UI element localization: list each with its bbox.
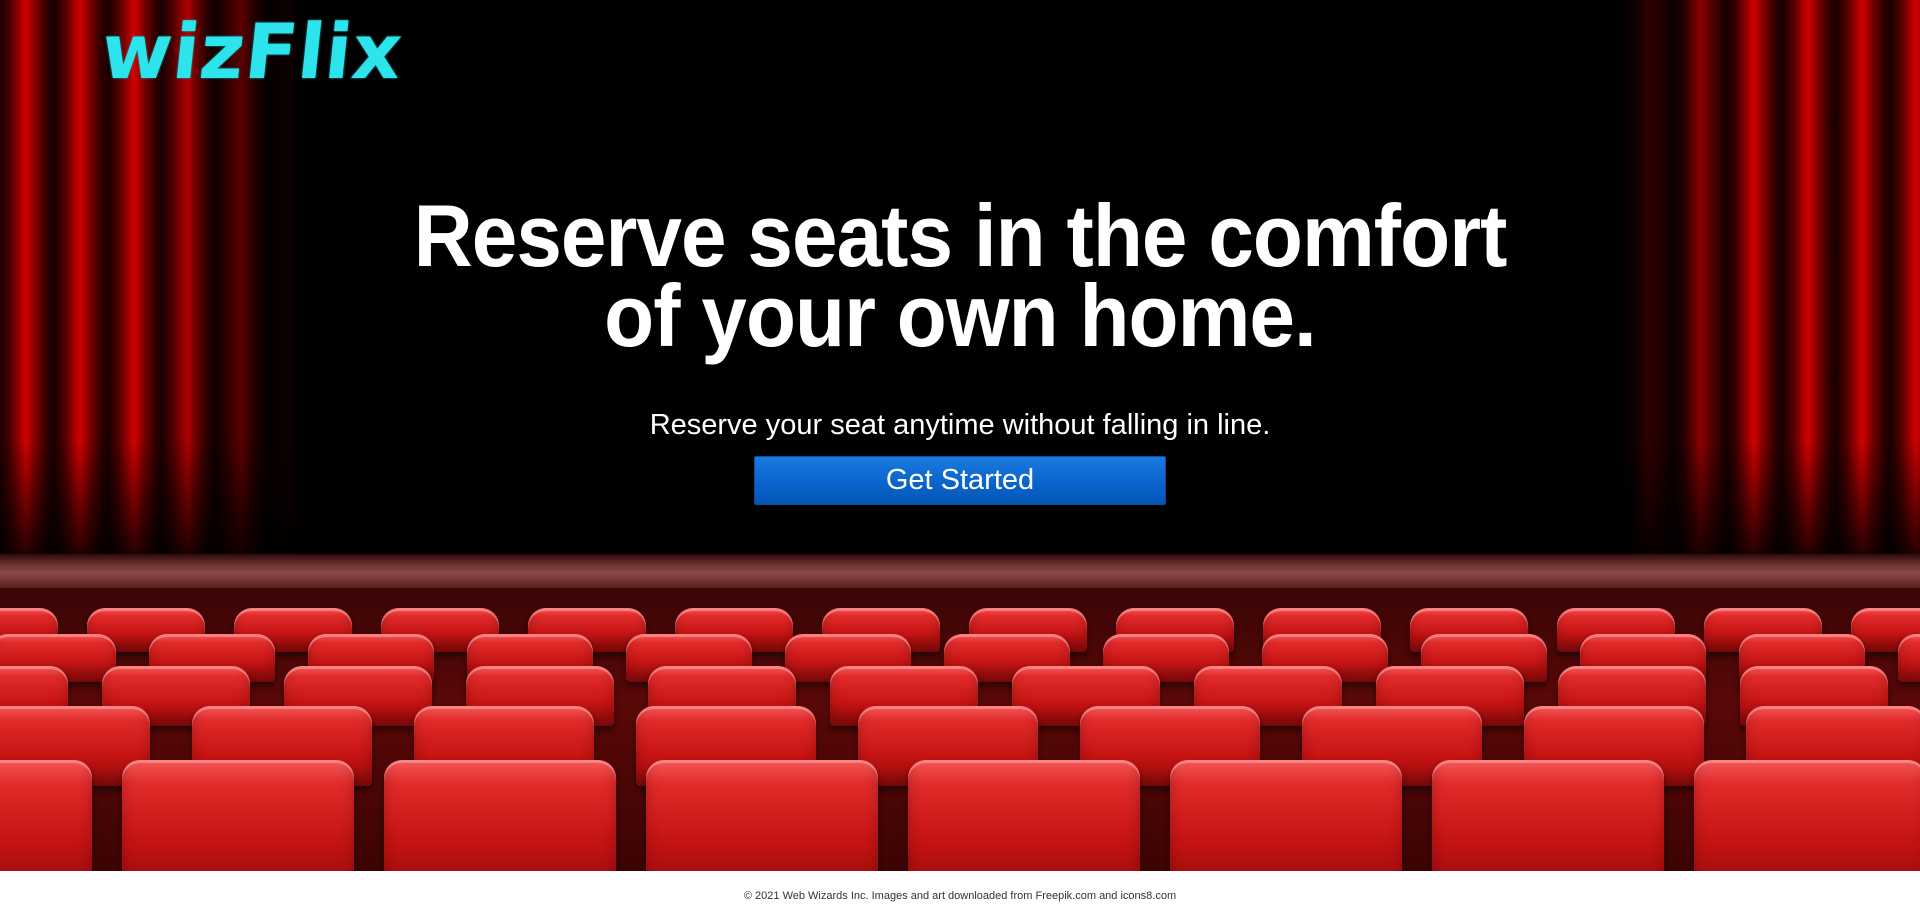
theater-seat [1694, 760, 1920, 871]
theater-seat [1898, 634, 1920, 682]
right-curtain-image [1620, 0, 1920, 560]
seat-rows [0, 588, 1920, 871]
headline-line-2: of your own home. [604, 266, 1317, 365]
wizflix-logo[interactable]: wizFlix [97, 7, 407, 96]
theater-seat [122, 760, 354, 871]
page-headline: Reserve seats in the comfort of your own… [402, 192, 1518, 360]
page-footer: © 2021 Web Wizards Inc. Images and art d… [0, 871, 1920, 918]
theater-seat [1170, 760, 1402, 871]
theater-seat [0, 760, 92, 871]
footer-copyright: © 2021 Web Wizards Inc. Images and art d… [743, 890, 1177, 902]
hero-subtitle: Reserve your seat anytime without fallin… [649, 409, 1271, 441]
theater-seat [1432, 760, 1664, 871]
theater-seat [908, 760, 1140, 871]
theater-seats-image [0, 588, 1920, 871]
stage-edge [0, 554, 1920, 588]
hero-section: wizFlix Reserve seats in the comfort of … [0, 0, 1920, 871]
theater-seat [384, 760, 616, 871]
theater-seat [646, 760, 878, 871]
get-started-button[interactable]: Get Started [754, 456, 1166, 505]
